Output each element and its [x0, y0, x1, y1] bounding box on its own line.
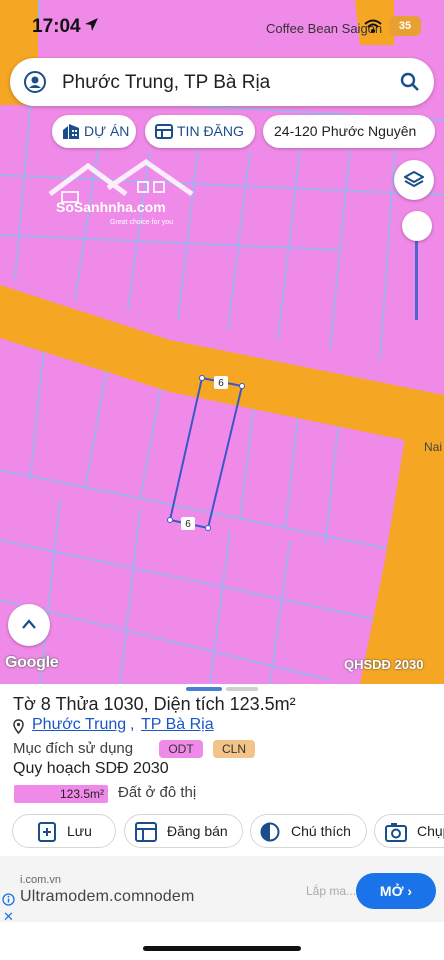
address-chip[interactable]: 24-120 Phước Nguyên	[263, 115, 435, 148]
plan-label: Quy hoạch SDĐ 2030	[13, 760, 169, 777]
project-chip-label: DỰ ÁN	[84, 123, 130, 139]
ad-domain: i.com.vn	[20, 874, 61, 886]
capture-button-label: Chụp	[417, 823, 444, 839]
ad-open-button[interactable]: MỞ ›	[356, 873, 436, 909]
status-time: 17:04	[32, 16, 81, 37]
map-view[interactable]: 6 6 17:04 Coffee Bean Saigon 35 Phước Tr…	[0, 0, 444, 684]
post-sale-button[interactable]: Đăng bán	[124, 814, 243, 848]
legend-button-label: Chú thích	[291, 823, 351, 839]
project-chip[interactable]: DỰ ÁN	[52, 115, 136, 148]
listing-form-icon	[135, 822, 157, 842]
opacity-slider-track[interactable]	[415, 230, 418, 320]
layers-icon	[404, 170, 424, 188]
search-icon[interactable]	[400, 72, 420, 92]
status-bar: 17:04 Coffee Bean Saigon 35	[0, 0, 444, 50]
layers-button[interactable]	[394, 160, 434, 200]
ad-info-icon[interactable]	[2, 893, 15, 906]
purpose-tag-cln: CLN	[213, 740, 255, 758]
listing-chip[interactable]: TIN ĐĂNG	[145, 115, 255, 148]
search-bar[interactable]: Phước Trung, TP Bà Rịa	[10, 58, 434, 106]
capture-button[interactable]: Chụp	[374, 814, 444, 848]
home-indicator[interactable]	[143, 946, 301, 951]
location-pin-icon	[13, 719, 24, 734]
battery-indicator: 35	[389, 16, 421, 36]
save-button-label: Lưu	[67, 823, 92, 839]
watermark-brand: SoSanhnha.com	[56, 199, 166, 215]
ad-close-icon[interactable]: ✕	[3, 910, 14, 923]
city-link[interactable]: TP Bà Rịa	[141, 716, 214, 734]
camera-icon	[385, 823, 407, 842]
map-poi-partial: Nai	[424, 440, 443, 454]
sheet-handle[interactable]	[226, 687, 258, 691]
contrast-icon	[260, 822, 280, 842]
parcel-title: Tờ 8 Thửa 1030, Diện tích 123.5m²	[13, 694, 296, 714]
sheet-handle-active[interactable]	[186, 687, 222, 691]
plan-area-bar: 123.5m²	[14, 785, 108, 803]
layer-name-badge: QHSDĐ 2030	[344, 657, 424, 672]
ad-headline[interactable]: Ultramodem.comnodem	[20, 888, 195, 906]
bookmark-add-icon	[38, 822, 56, 842]
account-icon[interactable]	[24, 71, 46, 93]
opacity-slider-thumb[interactable]	[402, 211, 432, 241]
legend-button[interactable]: Chú thích	[250, 814, 367, 848]
listing-icon	[155, 124, 173, 139]
watermark-tagline: Great choice for you	[110, 219, 174, 226]
address-chip-label: 24-120 Phước Nguyên	[274, 123, 417, 139]
post-sale-label: Đăng bán	[167, 823, 228, 839]
search-input[interactable]: Phước Trung, TP Bà Rịa	[62, 72, 270, 94]
listing-chip-label: TIN ĐĂNG	[177, 123, 244, 139]
land-purpose-label: Mục đích sử dụng	[13, 740, 134, 757]
location-arrow-icon	[85, 18, 98, 31]
chevron-up-icon	[22, 619, 36, 629]
purpose-tag-odt: ODT	[159, 740, 203, 758]
plan-area-use: Đất ở đô thị	[118, 784, 197, 801]
building-icon	[63, 124, 79, 139]
parcel-edge-label-top: 6	[218, 378, 224, 389]
ward-link[interactable]: Phước Trung	[32, 716, 126, 734]
expand-up-button[interactable]	[8, 604, 50, 646]
google-attribution: Google	[5, 654, 59, 671]
parcel-edge-label-bottom: 6	[185, 519, 191, 530]
ad-faded-text: Lắp ma...	[306, 884, 357, 898]
wifi-icon	[364, 19, 382, 33]
save-button[interactable]: Lưu	[12, 814, 116, 848]
location-separator: ,	[130, 716, 135, 733]
